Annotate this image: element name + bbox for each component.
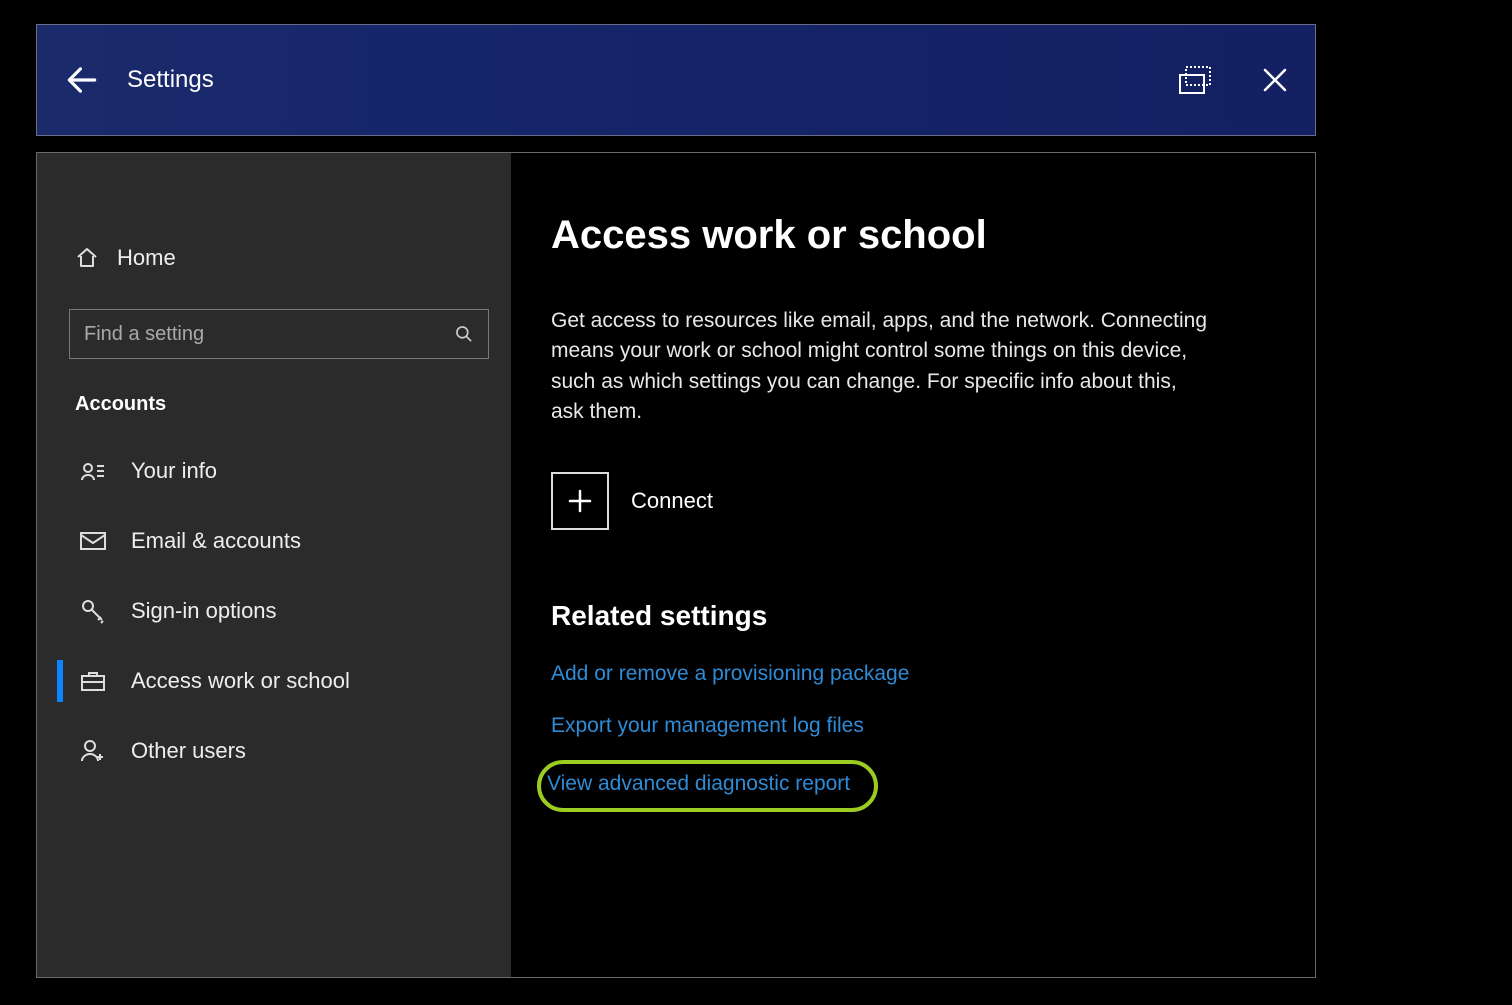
briefcase-icon [79, 670, 107, 692]
close-button[interactable] [1235, 25, 1315, 135]
mail-icon [79, 531, 107, 551]
sidebar-item-your-info[interactable]: Your info [37, 436, 511, 506]
sidebar-nav: Your info Email & accounts [37, 436, 511, 786]
key-icon [79, 598, 107, 624]
arrow-left-icon [63, 61, 101, 99]
settings-window: Home Accounts [36, 152, 1316, 978]
app-title: Settings [127, 66, 214, 94]
sidebar-home-label: Home [117, 245, 176, 271]
add-user-icon [79, 738, 107, 764]
sidebar-item-label: Your info [131, 458, 217, 484]
sidebar-item-access-work-school[interactable]: Access work or school [37, 646, 511, 716]
sidebar-item-email-accounts[interactable]: Email & accounts [37, 506, 511, 576]
link-export-log-files[interactable]: Export your management log files [551, 714, 864, 738]
page-description: Get access to resources like email, apps… [551, 306, 1211, 428]
link-diagnostic-report[interactable]: View advanced diagnostic report [547, 772, 850, 796]
close-icon [1260, 65, 1290, 95]
search-input-container[interactable] [69, 309, 489, 359]
sidebar-item-label: Access work or school [131, 668, 350, 694]
page-title: Access work or school [551, 213, 1267, 258]
sidebar-item-signin-options[interactable]: Sign-in options [37, 576, 511, 646]
home-icon [75, 246, 99, 270]
main-panel: Access work or school Get access to reso… [511, 153, 1315, 977]
connect-button[interactable]: Connect [551, 472, 1267, 530]
sidebar-item-label: Sign-in options [131, 598, 277, 624]
search-input[interactable] [84, 323, 454, 346]
back-button[interactable] [37, 25, 127, 135]
sidebar-item-label: Email & accounts [131, 528, 301, 554]
search-icon [454, 324, 474, 344]
link-provisioning-package[interactable]: Add or remove a provisioning package [551, 662, 909, 686]
cascade-windows-icon [1175, 63, 1215, 97]
highlight-annotation: View advanced diagnostic report [537, 760, 878, 812]
multitask-button[interactable] [1155, 25, 1235, 135]
sidebar-item-label: Other users [131, 738, 246, 764]
related-settings-title: Related settings [551, 600, 1267, 632]
sidebar-item-other-users[interactable]: Other users [37, 716, 511, 786]
sidebar-section-title: Accounts [75, 393, 511, 416]
connect-label: Connect [631, 488, 713, 514]
sidebar-home[interactable]: Home [37, 231, 511, 285]
titlebar: Settings [36, 24, 1316, 136]
person-card-icon [79, 460, 107, 482]
plus-icon [551, 472, 609, 530]
sidebar: Home Accounts [37, 153, 511, 977]
